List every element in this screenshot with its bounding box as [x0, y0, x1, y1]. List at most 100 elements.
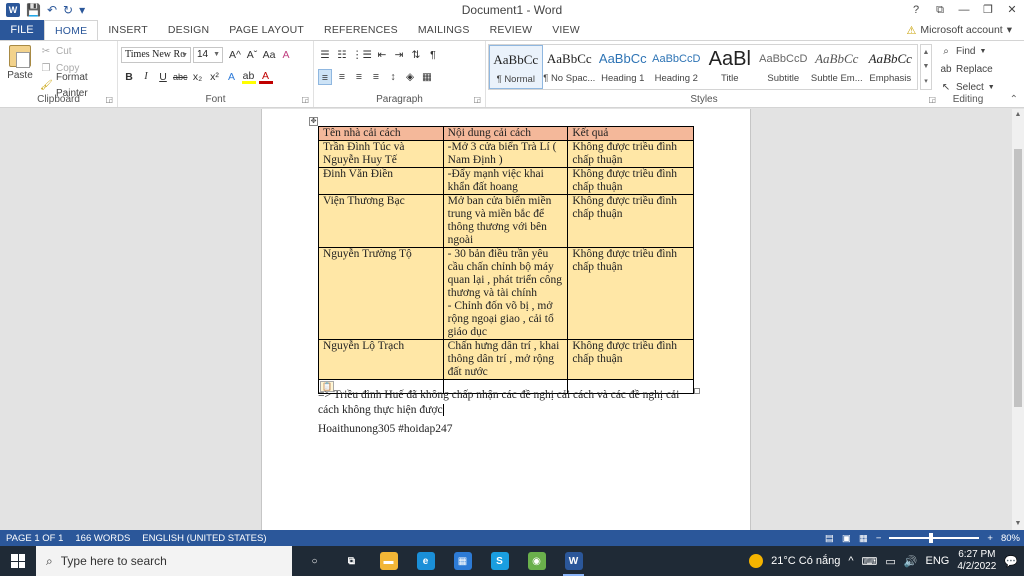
start-button[interactable] — [0, 546, 36, 576]
chevron-down-icon[interactable]: ▼ — [923, 63, 930, 70]
format-painter-button[interactable]: 🖌 Format Painter — [40, 72, 117, 99]
tab-design[interactable]: DESIGN — [158, 20, 219, 40]
notifications-icon[interactable]: 💬 — [1004, 555, 1018, 568]
change-case-button[interactable]: Aa — [262, 47, 276, 63]
font-size-box[interactable]: 14 ▼ — [193, 47, 223, 63]
table-cell[interactable]: Không được triều đình chấp thuận — [567, 167, 694, 195]
document-page[interactable]: ✥ Tên nhà cải cách Nội dung cải cách Kết… — [261, 109, 751, 530]
help-icon[interactable]: ? — [904, 0, 928, 20]
tab-page-layout[interactable]: PAGE LAYOUT — [219, 20, 314, 40]
zoom-slider[interactable] — [889, 533, 980, 543]
table-cell[interactable]: Không được triều đình chấp thuận — [567, 339, 694, 380]
table-header-cell[interactable]: Nội dung cải cách — [442, 126, 569, 141]
find-button[interactable]: ⌕ Find ▼ — [940, 43, 995, 60]
tab-insert[interactable]: INSERT — [98, 20, 158, 40]
tab-view[interactable]: VIEW — [542, 20, 590, 40]
table-header-cell[interactable]: Kết quả — [567, 126, 694, 141]
font-launcher-icon[interactable]: ◲ — [301, 95, 309, 104]
table-cell[interactable]: - 30 bản điều trần yêu cầu chấn chỉnh bộ… — [442, 247, 569, 340]
ribbon-display-icon[interactable]: ⧉ — [928, 0, 952, 20]
table-move-handle-icon[interactable]: ✥ — [309, 117, 318, 126]
more-icon[interactable]: ▾ — [924, 77, 928, 85]
keyboard-icon[interactable]: ⌨ — [862, 555, 878, 568]
shrink-font-button[interactable]: Aˇ — [245, 47, 259, 63]
style-normal[interactable]: AaBbCc ¶ Normal — [489, 45, 543, 89]
scroll-up-icon[interactable]: ▲ — [1012, 109, 1024, 121]
taskbar-app-edge[interactable]: e — [407, 546, 444, 576]
table-cell[interactable]: -Đẩy mạnh việc khai khẩn đất hoang — [442, 167, 569, 195]
read-mode-icon[interactable]: ▤ — [825, 533, 834, 544]
zoom-out-button[interactable]: − — [876, 533, 882, 544]
table-cell[interactable]: Không được triều đình chấp thuận — [567, 247, 694, 340]
align-right-button[interactable]: ≡ — [352, 69, 366, 85]
grow-font-button[interactable]: A^ — [228, 47, 242, 63]
table-cell[interactable]: Nguyễn Trường Tộ — [318, 247, 444, 340]
redo-icon[interactable]: ↻ — [63, 3, 73, 17]
align-left-button[interactable]: ≡ — [318, 69, 332, 85]
style-no-spacing[interactable]: AaBbCc ¶ No Spac... — [543, 45, 597, 89]
taskbar-app-word[interactable]: W — [555, 546, 592, 576]
italic-button[interactable]: I — [139, 69, 153, 85]
underline-button[interactable]: U — [156, 69, 170, 85]
justify-button[interactable]: ≡ — [369, 69, 383, 85]
taskbar-app-file-explorer[interactable]: ▬ — [370, 546, 407, 576]
zoom-slider-knob[interactable] — [929, 533, 934, 543]
taskbar-app-store[interactable]: ▦ — [444, 546, 481, 576]
volume-icon[interactable]: 🔊 — [904, 555, 918, 568]
zoom-level[interactable]: 80% — [1001, 533, 1020, 544]
font-color-button[interactable]: A — [258, 70, 273, 84]
strikethrough-button[interactable]: abc — [173, 69, 188, 85]
taskbar-app-cortana[interactable]: ○ — [296, 546, 333, 576]
collapse-ribbon-icon[interactable]: ⌃ — [1010, 94, 1018, 105]
tab-review[interactable]: REVIEW — [480, 20, 543, 40]
subscript-button[interactable]: x₂ — [191, 69, 205, 85]
table-cell[interactable]: Mở ban cửa biển miền trung và miền bắc đ… — [442, 194, 569, 248]
clear-formatting-button[interactable]: A — [279, 47, 293, 63]
table-cell[interactable]: Viện Thương Bạc — [318, 194, 444, 248]
styles-gallery-scroll[interactable]: ▲ ▼ ▾ — [920, 44, 932, 90]
zoom-in-button[interactable]: + — [987, 533, 993, 544]
style-subtitle[interactable]: AaBbCcD Subtitle — [757, 45, 811, 89]
taskbar-app-skype[interactable]: S — [481, 546, 518, 576]
save-icon[interactable]: 💾 — [26, 3, 41, 17]
sort-button[interactable]: ⇅ — [409, 47, 423, 63]
font-name-box[interactable]: Times New Ro ▼ — [121, 47, 191, 63]
styles-launcher-icon[interactable]: ◲ — [928, 95, 936, 104]
minimize-button[interactable]: — — [952, 0, 976, 20]
table-cell[interactable]: Không được triều đình chấp thuận — [567, 194, 694, 248]
table-cell[interactable]: -Mở 3 cửa biển Trà Lí ( Nam Định ) — [442, 140, 569, 168]
language-status[interactable]: ENGLISH (UNITED STATES) — [136, 533, 272, 544]
tab-home[interactable]: HOME — [44, 20, 99, 40]
clipboard-launcher-icon[interactable]: ◲ — [105, 95, 113, 104]
decrease-indent-button[interactable]: ⇤ — [375, 47, 389, 63]
numbering-button[interactable]: ☷ — [335, 47, 349, 63]
undo-icon[interactable]: ↶ — [47, 3, 57, 17]
replace-button[interactable]: ab Replace — [940, 61, 995, 78]
style-subtle-emphasis[interactable]: AaBbCc Subtle Em... — [810, 45, 864, 89]
reform-table[interactable]: Tên nhà cải cách Nội dung cải cách Kết q… — [318, 126, 694, 394]
scrollbar-thumb[interactable] — [1014, 149, 1022, 407]
table-cell[interactable]: Đinh Văn Điền — [318, 167, 444, 195]
increase-indent-button[interactable]: ⇥ — [392, 47, 406, 63]
input-language[interactable]: ENG — [926, 555, 950, 567]
bullets-button[interactable]: ☰ — [318, 47, 332, 63]
taskbar-app-chrome[interactable]: ◉ — [518, 546, 555, 576]
page-count[interactable]: PAGE 1 OF 1 — [0, 533, 69, 544]
paste-button[interactable]: Paste — [6, 45, 34, 81]
print-layout-icon[interactable]: ▣ — [842, 533, 851, 544]
account-area[interactable]: ⚠ Microsoft account ▾ — [907, 20, 1012, 40]
tab-references[interactable]: REFERENCES — [314, 20, 408, 40]
table-cell[interactable]: Nguyễn Lộ Trạch — [318, 339, 444, 380]
customize-qat-icon[interactable]: ▾ — [79, 3, 85, 17]
word-count[interactable]: 166 WORDS — [69, 533, 136, 544]
tab-file[interactable]: FILE — [0, 20, 44, 40]
center-button[interactable]: ≡ — [335, 69, 349, 85]
weather-sun-icon[interactable] — [749, 554, 764, 568]
line-spacing-button[interactable]: ↕ — [386, 69, 400, 85]
table-cell[interactable]: Trần Đình Túc và Nguyễn Huy Tế — [318, 140, 444, 168]
conclusion-paragraph[interactable]: => Triều đình Huế đã không chấp nhận các… — [318, 388, 698, 418]
table-cell[interactable]: Chấn hưng dân trí , khai thông dân trí ,… — [442, 339, 569, 380]
bold-button[interactable]: B — [122, 69, 136, 85]
superscript-button[interactable]: x² — [208, 69, 222, 85]
scroll-down-icon[interactable]: ▼ — [1012, 518, 1024, 530]
